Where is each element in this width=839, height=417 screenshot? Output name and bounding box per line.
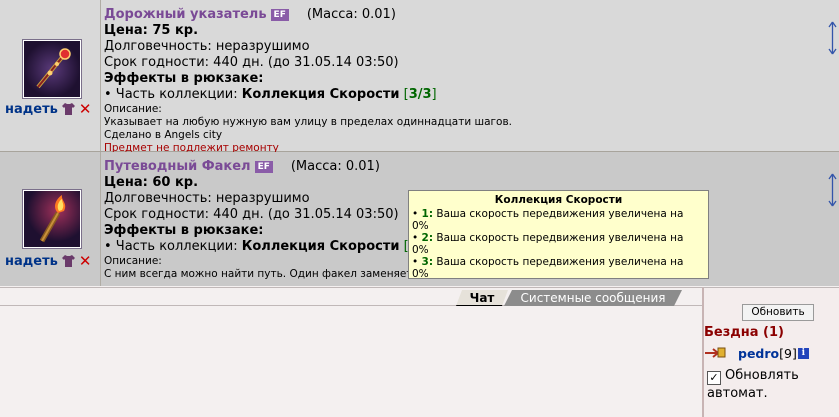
user-level: [9] xyxy=(779,345,797,361)
item-title[interactable]: Путеводный Факел xyxy=(104,159,251,174)
tooltip-line-num: 2: xyxy=(421,232,434,244)
tooltip-line: • 1: Ваша скорость передвижения увеличен… xyxy=(412,208,684,220)
user-name[interactable]: pedro xyxy=(738,346,779,361)
collection-tooltip: Коллекция Скорости • 1: Ваша скорость пе… xyxy=(408,190,709,280)
online-panel: Обновить Бездна (1) pedro [9] i ✓ Обновлять… xyxy=(702,287,839,417)
user-row: pedro [9] i xyxy=(704,345,809,361)
autoupdate-checkbox[interactable]: ✓ xyxy=(707,371,721,385)
private-message-icon[interactable] xyxy=(704,346,726,360)
user-info-icon[interactable]: i xyxy=(797,347,809,359)
collection-name[interactable]: Коллекция Скорости xyxy=(242,87,400,102)
effects-header: Эффекты в рюкзаке: xyxy=(104,71,264,86)
item-expiry: Срок годности: 440 дн. (до 31.05.14 03:5… xyxy=(104,55,399,70)
collection-prefix: • Часть коллекции: xyxy=(104,239,238,254)
collection-name[interactable]: Коллекция Скорости xyxy=(242,239,400,254)
item-info: Дорожный указатель EF (Масса: 0.01) Цена: … xyxy=(104,7,724,155)
tooltip-line-num: 1: xyxy=(421,208,434,220)
desc-text: Указывает на любую нужную вам улицу в пр… xyxy=(104,116,512,128)
tooltip-line-cont: 0% xyxy=(412,268,429,280)
item-durability: Долговечность: неразрушимо xyxy=(104,39,310,54)
tooltip-line-text: Ваша скорость передвижения увеличена на xyxy=(436,232,684,244)
tooltip-line: • 2: Ваша скорость передвижения увеличен… xyxy=(412,232,684,244)
shirt-icon[interactable] xyxy=(61,255,75,267)
item-mass: (Масса: 0.01) xyxy=(306,7,396,22)
item-price: Цена: 60 кр. xyxy=(104,175,199,190)
desc-label: Описание: xyxy=(104,103,162,115)
collection-bracket: ] xyxy=(431,87,437,102)
item-price: Цена: 75 кр. xyxy=(104,23,199,38)
refresh-button[interactable]: Обновить xyxy=(742,304,814,321)
chat-area[interactable]: Чат Системные сообщения xyxy=(0,287,702,417)
tooltip-line-num: 3: xyxy=(421,256,434,268)
equip-link[interactable]: надеть xyxy=(5,102,58,117)
tooltip-line: • 3: Ваша скорость передвижения увеличен… xyxy=(412,256,684,268)
tab-chat[interactable]: Чат xyxy=(456,290,508,306)
chat-tabs: Чат Системные сообщения xyxy=(456,290,682,306)
made-in: Сделано в Angels city xyxy=(104,129,223,141)
delete-icon[interactable]: ✕ xyxy=(79,102,92,117)
location-title: Бездна (1) xyxy=(704,325,784,340)
ef-badge: EF xyxy=(270,9,289,21)
collection-line: • Часть коллекции: Коллекция Скорости [3… xyxy=(104,87,724,103)
item-title[interactable]: Дорожный указатель xyxy=(104,7,267,22)
inventory-list: надеть ✕ Дорожный указатель EF (Масса: 0.0… xyxy=(0,0,839,286)
move-arrow-icon[interactable] xyxy=(828,21,837,55)
tooltip-line-cont: 0% xyxy=(412,220,429,232)
tooltip-line-text: Ваша скорость передвижения увеличена на xyxy=(436,208,684,220)
tooltip-line-text: Ваша скорость передвижения увеличена на xyxy=(436,256,684,268)
item-mass: (Масса: 0.01) xyxy=(290,159,380,174)
collection-count: 3/3 xyxy=(408,87,432,102)
move-arrow-icon[interactable] xyxy=(828,173,837,207)
delete-icon[interactable]: ✕ xyxy=(79,254,92,269)
tooltip-line-cont: 0% xyxy=(412,244,429,256)
scepter-icon[interactable] xyxy=(23,40,81,98)
item-actions: надеть ✕ xyxy=(5,253,91,269)
tooltip-title: Коллекция Скорости xyxy=(494,194,623,206)
equip-link[interactable]: надеть xyxy=(5,254,58,269)
torch-icon[interactable] xyxy=(23,190,81,248)
tab-system-messages[interactable]: Системные сообщения xyxy=(504,290,682,306)
ef-badge: EF xyxy=(254,161,273,173)
shirt-icon[interactable] xyxy=(61,103,75,115)
collection-prefix: • Часть коллекции: xyxy=(104,87,238,102)
item-actions: надеть ✕ xyxy=(5,101,91,117)
autoupdate-row: ✓ Обновлять автомат. xyxy=(707,367,837,403)
item-row: надеть ✕ Дорожный указатель EF (Масса: 0.0… xyxy=(0,0,839,155)
